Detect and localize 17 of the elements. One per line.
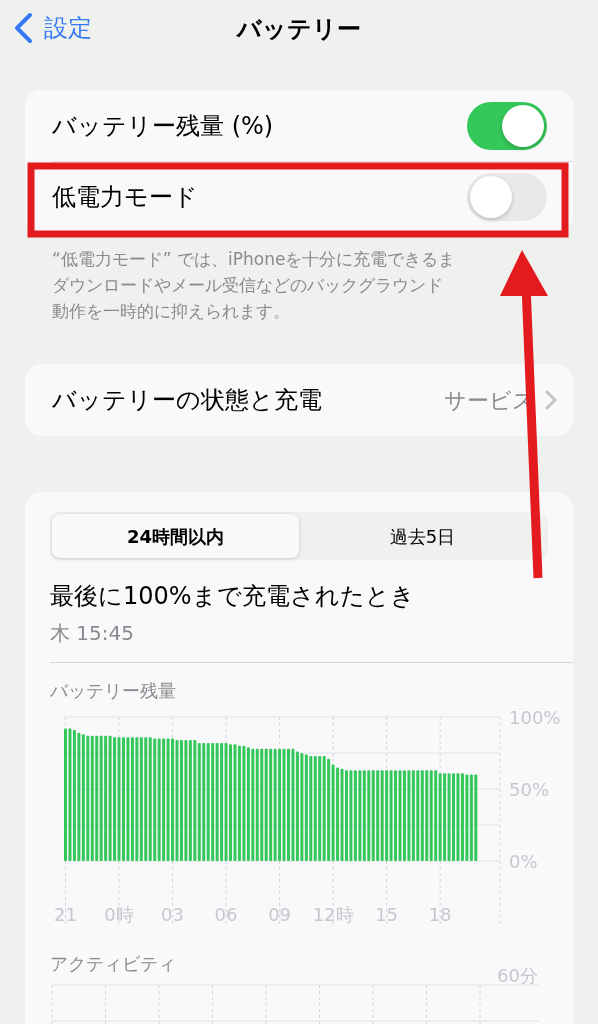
last-charge-time: 木 15:45	[50, 620, 135, 647]
footnote-text: “低電力モード” では、iPhoneを十分に充電できるま	[52, 248, 457, 271]
chart-title: バッテリー残量	[50, 679, 176, 703]
chevron-right-icon	[545, 390, 557, 410]
toggle-switch[interactable]	[467, 173, 547, 221]
page-title: バッテリー	[237, 14, 361, 45]
footnote-text: 動作を一時的に抑えられます。	[52, 300, 291, 323]
back-button[interactable]: 設定	[12, 10, 92, 46]
setting-label: バッテリー残量 (%)	[52, 110, 274, 142]
footnote-text: ダウンロードやメール受信などのバックグラウンド	[52, 274, 444, 297]
setting-label: 低電力モード	[52, 182, 198, 213]
segment-tab[interactable]: 24時間以内	[52, 514, 299, 558]
segment-tab[interactable]: 過去5日	[299, 514, 546, 558]
last-charge-title: 最後に100%まで充電されたとき	[50, 581, 416, 612]
toggle-switch[interactable]	[467, 101, 547, 150]
chart-title: アクティビティ	[50, 952, 176, 976]
back-chevron-icon	[12, 12, 34, 44]
